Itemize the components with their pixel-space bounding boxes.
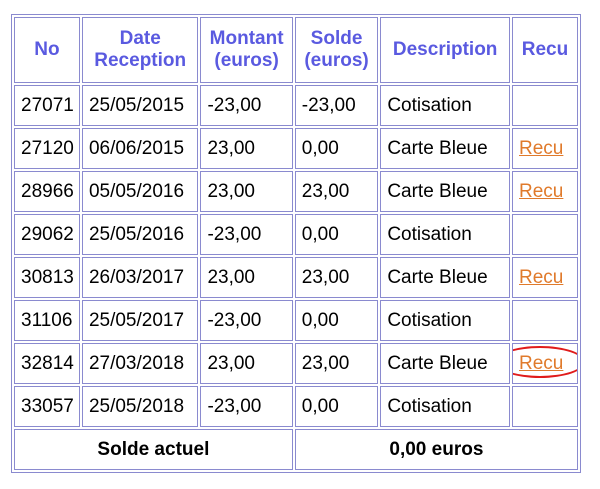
cell-description: Cotisation (380, 386, 511, 427)
cell-description: Carte Bleue (380, 257, 511, 298)
cell-montant: 23,00 (200, 257, 293, 298)
cell-date: 25/05/2018 (81, 386, 199, 427)
table-row: 28966 05/05/2016 23,00 23,00 Carte Bleue Recu (14, 171, 578, 212)
recu-link[interactable]: Recu (519, 267, 563, 288)
cell-recu (512, 386, 578, 427)
cell-solde: 0,00 (294, 300, 379, 341)
cell-date: 05/05/2016 (81, 171, 199, 212)
header-recu: Recu (512, 17, 578, 83)
cell-date: 06/06/2015 (81, 128, 199, 169)
header-solde: Solde (euros) (294, 17, 379, 83)
header-no: No (14, 17, 80, 83)
table-row: 33057 25/05/2018 -23,00 0,00 Cotisation (14, 386, 578, 427)
cell-no: 30813 (14, 257, 80, 298)
recu-link[interactable]: Recu (519, 353, 563, 374)
cell-solde: 23,00 (294, 257, 379, 298)
cell-description: Carte Bleue (380, 128, 511, 169)
table-row: 31106 25/05/2017 -23,00 0,00 Cotisation (14, 300, 578, 341)
cell-no: 33057 (14, 386, 80, 427)
cell-recu: Recu (512, 128, 578, 169)
cell-description: Carte Bleue (380, 343, 511, 384)
cell-montant: -23,00 (200, 214, 293, 255)
footer-row: Solde actuel 0,00 euros (14, 429, 578, 470)
cell-no: 27071 (14, 85, 80, 126)
header-description: Description (380, 17, 511, 83)
cell-no: 27120 (14, 128, 80, 169)
cell-solde: 23,00 (294, 171, 379, 212)
ledger-container: No Date Reception Montant (euros) Solde (eu… (11, 14, 581, 473)
cell-date: 25/05/2016 (81, 214, 199, 255)
cell-date: 27/03/2018 (81, 343, 199, 384)
cell-description: Cotisation (380, 85, 511, 126)
cell-montant: 23,00 (200, 343, 293, 384)
cell-recu (512, 300, 578, 341)
cell-solde: 0,00 (294, 214, 379, 255)
cell-montant: 23,00 (200, 128, 293, 169)
table-body: 27071 25/05/2015 -23,00 -23,00 Cotisation 271… (14, 85, 578, 427)
cell-solde: 23,00 (294, 343, 379, 384)
table-row: 30813 26/03/2017 23,00 23,00 Carte Bleue Recu (14, 257, 578, 298)
cell-description: Carte Bleue (380, 171, 511, 212)
current-balance-value: 0,00 euros (294, 429, 578, 470)
cell-no: 32814 (14, 343, 80, 384)
cell-recu: Recu (512, 171, 578, 212)
recu-link[interactable]: Recu (519, 138, 563, 159)
cell-montant: 23,00 (200, 171, 293, 212)
cell-recu: Recu (512, 257, 578, 298)
cell-montant: -23,00 (200, 85, 293, 126)
cell-solde: 0,00 (294, 128, 379, 169)
cell-date: 26/03/2017 (81, 257, 199, 298)
table-row: 27120 06/06/2015 23,00 0,00 Carte Bleue Recu (14, 128, 578, 169)
header-date-reception: Date Reception (81, 17, 199, 83)
table-row: 27071 25/05/2015 -23,00 -23,00 Cotisation (14, 85, 578, 126)
cell-date: 25/05/2015 (81, 85, 199, 126)
header-row: No Date Reception Montant (euros) Solde (eu… (14, 17, 578, 83)
cell-montant: -23,00 (200, 386, 293, 427)
cell-no: 31106 (14, 300, 80, 341)
payments-table: No Date Reception Montant (euros) Solde (eu… (11, 14, 581, 473)
cell-no: 29062 (14, 214, 80, 255)
cell-montant: -23,00 (200, 300, 293, 341)
cell-solde: 0,00 (294, 386, 379, 427)
header-montant: Montant (euros) (200, 17, 293, 83)
table-row: 32814 27/03/2018 23,00 23,00 Carte Bleue Recu (14, 343, 578, 384)
cell-description: Cotisation (380, 300, 511, 341)
cell-recu: Recu (512, 343, 578, 384)
current-balance-label: Solde actuel (14, 429, 293, 470)
cell-solde: -23,00 (294, 85, 379, 126)
recu-link[interactable]: Recu (519, 181, 563, 202)
cell-date: 25/05/2017 (81, 300, 199, 341)
table-row: 29062 25/05/2016 -23,00 0,00 Cotisation (14, 214, 578, 255)
cell-no: 28966 (14, 171, 80, 212)
cell-recu (512, 85, 578, 126)
cell-description: Cotisation (380, 214, 511, 255)
cell-recu (512, 214, 578, 255)
